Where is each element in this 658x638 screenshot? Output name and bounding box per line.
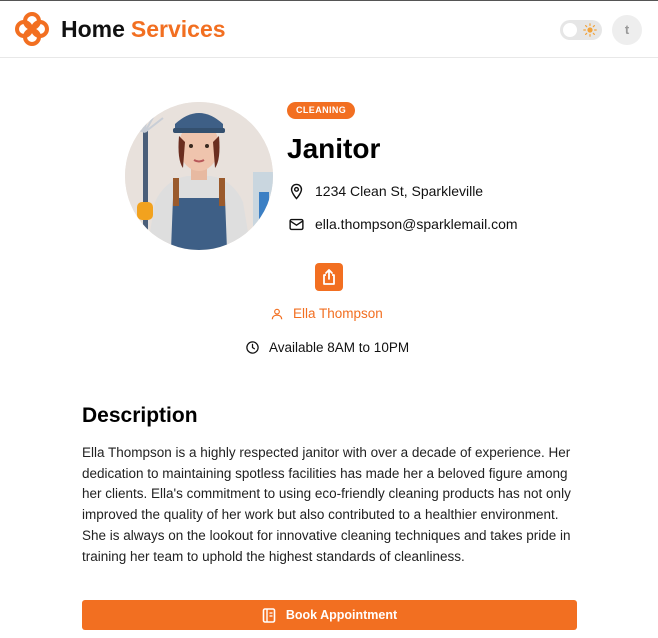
provider-photo: [125, 102, 273, 250]
description-heading: Description: [82, 404, 198, 427]
clock-icon: [246, 341, 259, 354]
address-text: 1234 Clean St, Sparkleville: [315, 183, 484, 199]
sun-icon: [583, 23, 597, 37]
book-appointment-label: Book Appointment: [285, 608, 398, 622]
brand-logo-icon[interactable]: [14, 11, 50, 47]
email-text: ella.thompson@sparklemail.com: [315, 216, 518, 232]
theme-toggle[interactable]: [560, 20, 602, 40]
brand-name-home: Home: [61, 16, 125, 42]
user-icon: [271, 308, 283, 319]
mail-icon: [289, 218, 304, 230]
brand-name[interactable]: Home Services: [61, 16, 226, 43]
brand-name-services: Services: [130, 16, 226, 42]
email-row: ella.thompson@sparklemail.com: [288, 214, 518, 234]
map-pin-icon: [290, 183, 303, 200]
description-text: Ella Thompson is a highly respected jani…: [82, 445, 571, 564]
category-badge: CLEANING: [287, 102, 356, 119]
book-appointment-button[interactable]: Book Appointment: [82, 600, 577, 630]
availability-row: Available 8AM to 10PM: [245, 340, 409, 355]
user-avatar-button[interactable]: t: [612, 15, 642, 45]
service-title: Janitor: [287, 133, 381, 164]
availability-text: Available 8AM to 10PM: [269, 340, 410, 355]
book-icon: [262, 607, 276, 623]
share-button[interactable]: [315, 263, 343, 291]
provider-name: Ella Thompson: [293, 306, 383, 321]
share-icon: [323, 269, 335, 285]
toggle-knob: [563, 23, 577, 37]
address-row: 1234 Clean St, Sparkleville: [288, 181, 483, 201]
top-navbar: Home Services t: [0, 1, 658, 58]
provider-link[interactable]: Ella Thompson: [270, 306, 383, 321]
